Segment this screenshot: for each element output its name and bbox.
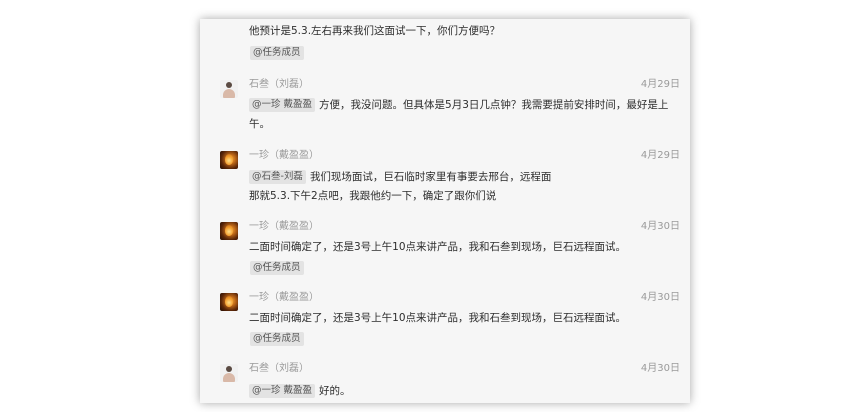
message-text: @石叁-刘磊 我们现场面试，巨石临时家里有事要去邢台，远程面 那就5.3.下午2点…: [249, 170, 552, 202]
message-text: 二面时间确定了，还是3号上午10点来讲产品，我和石叁到现场，巨石远程面试。: [249, 312, 627, 324]
mention-tag[interactable]: @石叁-刘磊: [249, 170, 306, 184]
mention-chip[interactable]: @任务成员: [250, 46, 304, 60]
message-text: @一珍 戴盈盈 好的。: [249, 382, 681, 401]
mention-tag[interactable]: @一珍 戴盈盈: [249, 384, 316, 398]
chat-panel: 他预计是5.3.左右再来我们这面试一下，你们方便吗？ @任务成员 石叁（刘磊） …: [200, 19, 690, 403]
message-text: 他预计是5.3.左右再来我们这面试一下，你们方便吗？: [249, 25, 501, 37]
message-text: 二面时间确定了，还是3号上午10点来讲产品，我和石叁到现场，巨石远程面试。: [249, 241, 627, 253]
message-date: 4月29日: [640, 150, 680, 161]
message-date: 4月30日: [640, 221, 680, 232]
sender-name: 石叁（刘磊）: [249, 363, 309, 374]
sender-name: 一珍（戴盈盈）: [249, 150, 319, 161]
mention-chip[interactable]: @任务成员: [250, 261, 304, 275]
avatar[interactable]: [220, 151, 238, 169]
message-text: @一珍 戴盈盈 方便，我没问题。但具体是5月3日几点钟？我需要提前安排时间，最好是…: [249, 98, 669, 130]
sender-name: 一珍（戴盈盈）: [249, 292, 319, 303]
message-date: 4月29日: [640, 79, 680, 90]
avatar[interactable]: [220, 222, 238, 240]
message-date: 4月30日: [640, 363, 680, 374]
mention-tag[interactable]: @一珍 戴盈盈: [249, 98, 316, 112]
avatar[interactable]: [220, 364, 238, 382]
sender-name: 一珍（戴盈盈）: [249, 221, 319, 232]
avatar[interactable]: [220, 80, 238, 98]
mention-chip[interactable]: @任务成员: [250, 332, 304, 346]
avatar[interactable]: [220, 293, 238, 311]
sender-name: 石叁（刘磊）: [249, 79, 309, 90]
message-date: 4月30日: [640, 292, 680, 303]
